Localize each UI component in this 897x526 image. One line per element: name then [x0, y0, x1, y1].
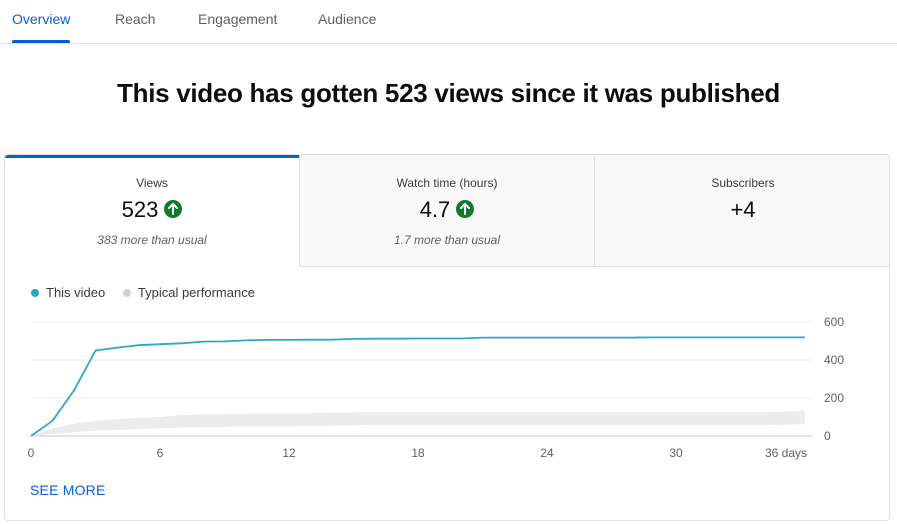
- y-tick-label: 0: [824, 429, 831, 443]
- legend-item-this-video[interactable]: This video: [31, 285, 105, 300]
- y-tick-label: 400: [824, 353, 844, 367]
- metric-title: Views: [136, 176, 168, 190]
- typical-performance-band: [31, 410, 805, 436]
- x-tick-label: 24: [540, 446, 554, 460]
- analytics-card: Views 523 383 more than usual Watch time…: [4, 154, 890, 521]
- y-tick-label: 200: [824, 391, 844, 405]
- see-more-link[interactable]: SEE MORE: [30, 482, 106, 498]
- metric-value-row: 523: [5, 197, 299, 223]
- x-tick-label: 36 days: [765, 446, 807, 460]
- metric-value: +4: [730, 197, 756, 222]
- legend-label: This video: [46, 285, 106, 300]
- x-tick-label: 6: [157, 446, 164, 460]
- metric-value-row: 4.7: [300, 197, 594, 223]
- tab-audience[interactable]: Audience: [318, 0, 376, 44]
- page-title: This video has gotten 523 views since it…: [117, 78, 780, 108]
- x-tick-label: 0: [28, 446, 35, 460]
- arrow-up-icon: [164, 200, 183, 218]
- metric-tab-subscribers[interactable]: Subscribers +4: [595, 155, 889, 267]
- chart-legend: This video Typical performance: [31, 285, 269, 300]
- views-line-chart[interactable]: 0 200 400 600 0 6 12 18 24 30 36 days: [5, 305, 889, 470]
- tab-engagement[interactable]: Engagement: [198, 0, 277, 44]
- metric-title: Watch time (hours): [396, 176, 498, 190]
- x-tick-label: 30: [669, 446, 683, 460]
- metric-note: 383 more than usual: [97, 233, 207, 247]
- metric-value: 523: [121, 197, 159, 222]
- metric-tab-views[interactable]: Views 523 383 more than usual: [5, 155, 300, 267]
- tab-overview[interactable]: Overview: [12, 0, 70, 44]
- x-tick-label: 18: [411, 446, 425, 460]
- metric-tab-watch-time[interactable]: Watch time (hours) 4.7 1.7 more than usu…: [300, 155, 595, 267]
- legend-label: Typical performance: [137, 285, 255, 300]
- metric-note: 1.7 more than usual: [393, 233, 501, 247]
- metric-value: 4.7: [419, 197, 451, 222]
- metric-title: Subscribers: [711, 176, 775, 190]
- metric-value-row: +4: [595, 197, 889, 223]
- legend-dot-icon: [31, 288, 39, 297]
- arrow-up-icon: [456, 200, 475, 218]
- legend-item-typical[interactable]: Typical performance: [122, 285, 255, 300]
- x-tick-label: 12: [282, 446, 296, 460]
- legend-dot-icon: [122, 288, 131, 297]
- tab-reach[interactable]: Reach: [115, 0, 155, 44]
- y-tick-label: 600: [824, 315, 844, 329]
- tab-bar: Overview Reach Engagement Audience: [0, 0, 897, 44]
